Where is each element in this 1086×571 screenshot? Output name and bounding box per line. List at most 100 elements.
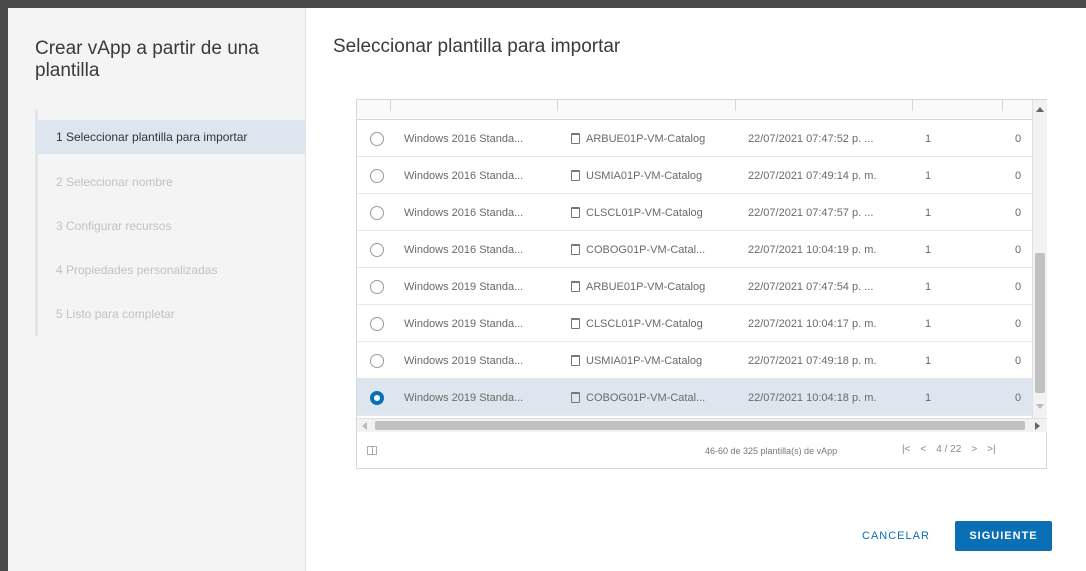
date-cell: 22/07/2021 10:04:18 p. m. [748, 391, 877, 404]
count-cell: 1 [925, 280, 932, 293]
dialog-top-border [0, 0, 1086, 8]
current-page[interactable]: 4 / 22 [936, 444, 961, 455]
catalog-cell: USMIA01P-VM-Catalog [571, 342, 702, 379]
column-toggle-icon[interactable] [367, 446, 377, 455]
table-row[interactable]: Windows 2019 Standa... CLSCL01P-VM-Catalo… [357, 305, 1032, 342]
row-radio[interactable] [365, 342, 389, 379]
radio-icon[interactable] [370, 242, 384, 257]
datagrid-header [357, 100, 1032, 120]
catalog-cell: CLSCL01P-VM-Catalog [571, 305, 703, 342]
count-cell: 1 [925, 354, 932, 367]
template-name-cell: Windows 2016 Standa... [404, 243, 524, 256]
count-cell: 1 [925, 206, 932, 219]
catalog-name: ARBUE01P-VM-Catalog [586, 132, 706, 145]
catalog-icon [571, 170, 580, 181]
count-cell: 1 [925, 317, 932, 330]
catalog-icon [571, 355, 580, 366]
count-cell: 1 [925, 132, 932, 145]
count-cell: 0 [1015, 354, 1022, 367]
catalog-name: USMIA01P-VM-Catalog [586, 354, 703, 367]
catalog-icon [571, 207, 580, 218]
catalog-cell: COBOG01P-VM-Catal... [571, 379, 705, 416]
count-cell: 1 [925, 169, 932, 182]
step-ready-to-complete: 5 Listo para completar [56, 307, 175, 321]
row-radio[interactable] [365, 231, 389, 268]
template-name-cell: Windows 2019 Standa... [404, 354, 524, 367]
count-cell: 0 [1015, 169, 1022, 182]
row-radio[interactable] [365, 120, 389, 157]
row-radio[interactable] [365, 157, 389, 194]
column-separator[interactable] [390, 100, 391, 111]
catalog-icon [571, 392, 580, 403]
template-name-cell: Windows 2019 Standa... [404, 280, 524, 293]
catalog-icon [571, 281, 580, 292]
cancel-button[interactable]: CANCELAR [862, 522, 930, 550]
row-radio[interactable] [365, 194, 389, 231]
radio-icon[interactable] [370, 316, 384, 331]
table-row[interactable]: Windows 2016 Standa... ARBUE01P-VM-Catalo… [357, 120, 1032, 157]
catalog-icon [571, 244, 580, 255]
scroll-right-icon[interactable] [1035, 422, 1040, 430]
radio-icon[interactable] [370, 390, 384, 405]
column-separator[interactable] [912, 100, 913, 111]
scroll-left-icon[interactable] [362, 422, 367, 430]
radio-icon[interactable] [370, 279, 384, 294]
next-page-icon[interactable]: > [971, 444, 977, 455]
radio-icon[interactable] [370, 131, 384, 146]
row-radio[interactable] [365, 379, 389, 416]
dialog: Crear vApp a partir de una plantilla 1 S… [0, 0, 1086, 571]
catalog-icon [571, 133, 580, 144]
horizontal-scrollbar[interactable] [357, 418, 1047, 432]
dialog-left-border [0, 0, 8, 571]
wizard-title: Crear vApp a partir de una plantilla [35, 38, 259, 81]
column-separator[interactable] [735, 100, 736, 111]
datagrid-footer: 46-60 de 325 plantilla(s) de vApp |< < 4… [357, 432, 1047, 469]
table-row[interactable]: Windows 2019 Standa... COBOG01P-VM-Catal.… [357, 379, 1032, 416]
catalog-name: ARBUE01P-VM-Catalog [586, 280, 706, 293]
scroll-down-icon[interactable] [1036, 404, 1044, 409]
scroll-up-icon[interactable] [1036, 107, 1044, 112]
template-name-cell: Windows 2016 Standa... [404, 169, 524, 182]
catalog-name: USMIA01P-VM-Catalog [586, 169, 703, 182]
template-name-cell: Windows 2016 Standa... [404, 132, 524, 145]
template-name-cell: Windows 2016 Standa... [404, 206, 524, 219]
catalog-name: CLSCL01P-VM-Catalog [586, 317, 703, 330]
row-radio[interactable] [365, 305, 389, 342]
pagination-info: 46-60 de 325 plantilla(s) de vApp [705, 446, 838, 456]
count-cell: 0 [1015, 206, 1022, 219]
date-cell: 22/07/2021 07:47:57 p. ... [748, 206, 874, 219]
table-row[interactable]: Windows 2019 Standa... ARBUE01P-VM-Catalo… [357, 268, 1032, 305]
vertical-scroll-thumb[interactable] [1035, 253, 1045, 393]
wizard-sidebar: Crear vApp a partir de una plantilla 1 S… [8, 8, 306, 571]
catalog-cell: ARBUE01P-VM-Catalog [571, 268, 705, 305]
horizontal-scroll-thumb[interactable] [375, 421, 1025, 430]
count-cell: 0 [1015, 243, 1022, 256]
catalog-icon [571, 318, 580, 329]
table-row[interactable]: Windows 2016 Standa... COBOG01P-VM-Catal.… [357, 231, 1032, 268]
row-radio[interactable] [365, 268, 389, 305]
last-page-icon[interactable]: >| [987, 444, 995, 455]
column-separator[interactable] [1002, 100, 1003, 111]
table-row[interactable]: Windows 2016 Standa... CLSCL01P-VM-Catalo… [357, 194, 1032, 231]
catalog-cell: COBOG01P-VM-Catal... [571, 231, 705, 268]
table-row[interactable]: Windows 2019 Standa... USMIA01P-VM-Catalo… [357, 342, 1032, 379]
step-select-template[interactable]: 1 Seleccionar plantilla para importar [35, 120, 306, 154]
radio-icon[interactable] [370, 353, 384, 368]
date-cell: 22/07/2021 07:49:18 p. m. [748, 354, 877, 367]
step-custom-properties: 4 Propiedades personalizadas [56, 263, 218, 277]
radio-icon[interactable] [370, 205, 384, 220]
column-separator[interactable] [557, 100, 558, 111]
wizard-steps: 1 Seleccionar plantilla para importar 2 … [35, 110, 306, 336]
next-button[interactable]: SIGUIENTE [955, 521, 1052, 551]
template-name-cell: Windows 2019 Standa... [404, 317, 524, 330]
template-name-cell: Windows 2019 Standa... [404, 391, 524, 404]
first-page-icon[interactable]: |< [902, 444, 910, 455]
date-cell: 22/07/2021 07:49:14 p. m. [748, 169, 877, 182]
prev-page-icon[interactable]: < [920, 444, 926, 455]
vertical-scrollbar[interactable] [1032, 100, 1047, 418]
pagination: |< < 4 / 22 > >| [902, 444, 1006, 455]
catalog-name: CLSCL01P-VM-Catalog [586, 206, 703, 219]
radio-icon[interactable] [370, 168, 384, 183]
table-row[interactable]: Windows 2016 Standa... USMIA01P-VM-Catalo… [357, 157, 1032, 194]
count-cell: 0 [1015, 317, 1022, 330]
